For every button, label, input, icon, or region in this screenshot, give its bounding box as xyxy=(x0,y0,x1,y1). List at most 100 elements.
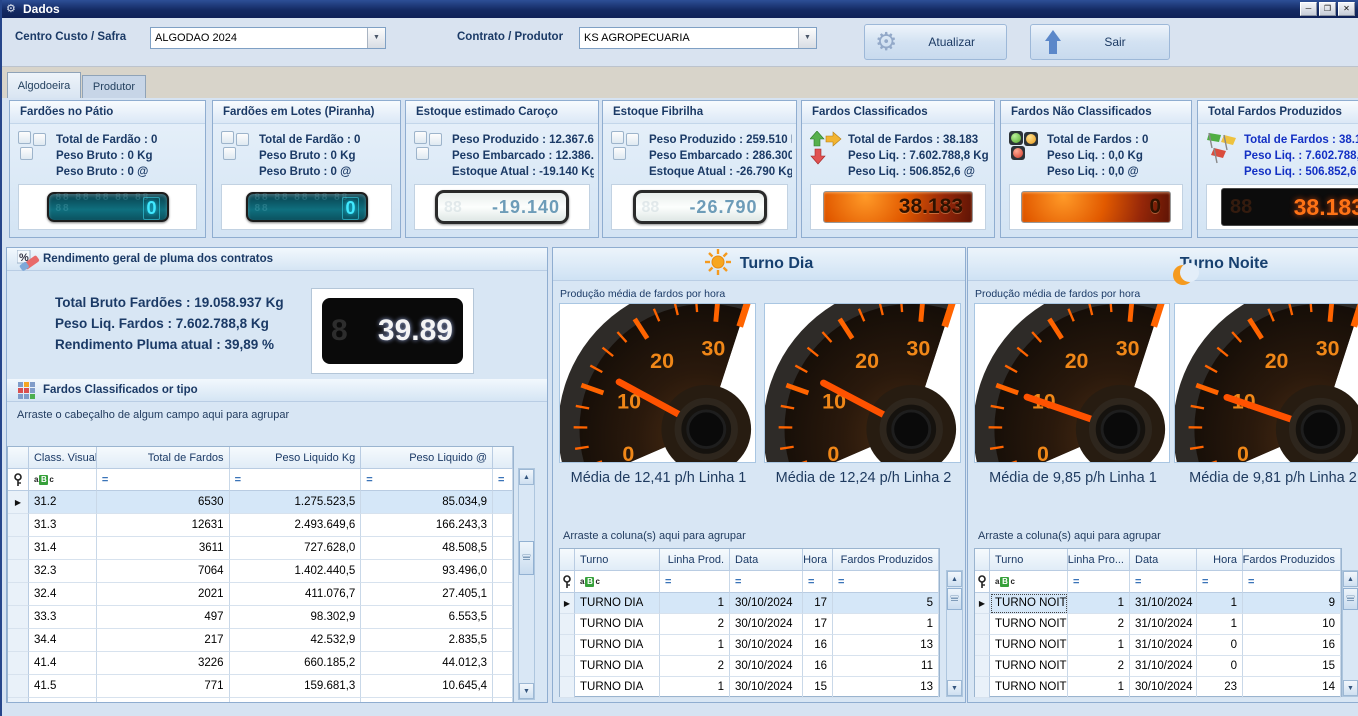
table-cell[interactable]: 10.645,4 xyxy=(361,675,493,698)
table-cell[interactable]: TURNO DIA xyxy=(575,656,660,677)
table-cell[interactable]: 13 xyxy=(833,635,939,656)
column-header[interactable]: Peso Liquido @ xyxy=(361,447,493,469)
scroll-up-icon[interactable]: ▲ xyxy=(519,469,534,485)
filter-cell[interactable]: aBc xyxy=(575,571,660,593)
table-cell[interactable]: 15 xyxy=(803,677,833,698)
table-cell[interactable]: 1 xyxy=(1197,593,1243,614)
column-header[interactable]: Hora xyxy=(803,549,833,571)
table-cell[interactable]: 1 xyxy=(660,677,730,698)
table-cell[interactable] xyxy=(493,698,513,703)
table-cell[interactable]: 166.243,3 xyxy=(361,514,493,537)
table-cell[interactable]: TURNO DIA xyxy=(575,614,660,635)
turno-noite-scrollbar[interactable]: ▲▼ xyxy=(1342,570,1358,697)
table-row[interactable]: 41.43226660.185,244.012,3 xyxy=(8,652,513,675)
table-cell[interactable]: 16 xyxy=(803,635,833,656)
column-header[interactable]: Fardos Produzidos xyxy=(1243,549,1341,571)
table-cell[interactable]: 30/10/2024 xyxy=(730,614,803,635)
atualizar-button[interactable]: ⚙ Atualizar xyxy=(864,24,1007,60)
table-cell[interactable]: TURNO NOITE xyxy=(990,614,1068,635)
table-cell[interactable]: TURNO NOITE xyxy=(990,656,1068,677)
table-cell[interactable]: 16.508,4 xyxy=(361,698,493,703)
table-cell[interactable]: 6.553,5 xyxy=(361,606,493,629)
table-cell[interactable]: 42.4 xyxy=(29,698,97,703)
table-row[interactable]: TURNO DIA130/10/20241613 xyxy=(560,635,939,656)
table-cell[interactable]: 660.185,2 xyxy=(230,652,362,675)
table-cell[interactable]: 98.302,9 xyxy=(230,606,362,629)
column-header[interactable]: Turno xyxy=(575,549,660,571)
table-cell[interactable]: 2 xyxy=(660,614,730,635)
table-row[interactable]: 34.421742.532,92.835,5 xyxy=(8,629,513,652)
table-row[interactable]: TURNO NOITE131/10/2024016 xyxy=(975,635,1341,656)
filter-cell[interactable]: aBc xyxy=(990,571,1068,593)
scroll-down-icon[interactable]: ▼ xyxy=(947,680,962,696)
table-cell[interactable]: 159.681,3 xyxy=(230,675,362,698)
table-cell[interactable]: 1 xyxy=(1197,614,1243,635)
table-cell[interactable] xyxy=(493,652,513,675)
table-cell[interactable]: 93.496,0 xyxy=(361,560,493,583)
table-cell[interactable] xyxy=(493,606,513,629)
table-cell[interactable] xyxy=(493,537,513,560)
table-row[interactable]: 31.3126312.493.649,6166.243,3 xyxy=(8,514,513,537)
table-cell[interactable]: 30/10/2024 xyxy=(730,677,803,698)
column-header[interactable]: Peso Liquido Kg xyxy=(230,447,362,469)
table-cell[interactable]: 2 xyxy=(1068,656,1130,677)
table-cell[interactable]: 3226 xyxy=(97,652,230,675)
table-cell[interactable] xyxy=(493,675,513,698)
filter-cell[interactable]: = xyxy=(1130,571,1197,593)
chevron-down-icon[interactable]: ▼ xyxy=(367,28,385,48)
table-cell[interactable] xyxy=(493,629,513,652)
table-cell[interactable]: 1 xyxy=(1068,677,1130,698)
table-cell[interactable]: 27.405,1 xyxy=(361,583,493,606)
classificados-scrollbar[interactable]: ▲ ▼ xyxy=(518,468,535,700)
table-cell[interactable]: 2.493.649,6 xyxy=(230,514,362,537)
table-cell[interactable]: 7064 xyxy=(97,560,230,583)
table-cell[interactable]: 5 xyxy=(833,593,939,614)
chevron-down-icon[interactable]: ▼ xyxy=(798,28,816,48)
tab-produtor[interactable]: Produtor xyxy=(82,75,146,98)
scrollbar-thumb[interactable] xyxy=(519,541,534,575)
table-cell[interactable]: 2.835,5 xyxy=(361,629,493,652)
table-cell[interactable]: 1 xyxy=(660,593,730,614)
scrollbar-thumb[interactable] xyxy=(1343,588,1358,610)
filter-cell[interactable]: = xyxy=(230,469,362,491)
column-header[interactable]: Hora xyxy=(1197,549,1243,571)
filter-cell[interactable]: = xyxy=(730,571,803,593)
table-cell[interactable]: 3611 xyxy=(97,537,230,560)
scrollbar-thumb[interactable] xyxy=(947,588,962,610)
table-cell[interactable]: 41.5 xyxy=(29,675,97,698)
minimize-button[interactable]: ─ xyxy=(1300,2,1317,16)
filter-cell[interactable]: = xyxy=(833,571,939,593)
close-button[interactable]: ✕ xyxy=(1338,2,1355,16)
table-cell[interactable]: 16 xyxy=(1243,635,1341,656)
scroll-down-icon[interactable]: ▼ xyxy=(1343,680,1358,696)
table-cell[interactable]: 13 xyxy=(833,677,939,698)
table-cell[interactable]: 2021 xyxy=(97,583,230,606)
groupby-area[interactable]: Arraste a coluna(s) aqui para agrupar xyxy=(553,524,965,548)
filter-cell[interactable]: = xyxy=(1197,571,1243,593)
table-cell[interactable]: 33.3 xyxy=(29,606,97,629)
tab-algodoeira[interactable]: Algodoeira xyxy=(7,72,81,98)
table-cell[interactable]: 23 xyxy=(1197,677,1243,698)
scroll-up-icon[interactable]: ▲ xyxy=(947,571,962,587)
table-row[interactable]: 31.43611727.628,048.508,5 xyxy=(8,537,513,560)
table-cell[interactable]: 1 xyxy=(1068,635,1130,656)
table-cell[interactable]: 44.012,3 xyxy=(361,652,493,675)
table-cell[interactable]: 31.2 xyxy=(29,491,97,514)
table-cell[interactable]: 14 xyxy=(1243,677,1341,698)
table-cell[interactable]: 17 xyxy=(803,614,833,635)
table-cell[interactable]: 17 xyxy=(803,593,833,614)
column-header[interactable]: Fardos Produzidos xyxy=(833,549,939,571)
column-header[interactable]: Linha Pro... xyxy=(1068,549,1130,571)
table-cell[interactable]: 31/10/2024 xyxy=(1130,614,1197,635)
centro-custo-combobox[interactable]: ALGODAO 2024 ▼ xyxy=(150,27,386,49)
table-cell[interactable]: 85.034,9 xyxy=(361,491,493,514)
turno-dia-scrollbar[interactable]: ▲▼ xyxy=(946,570,963,697)
scroll-up-icon[interactable]: ▲ xyxy=(1343,571,1358,587)
table-cell[interactable]: 2 xyxy=(660,656,730,677)
column-header[interactable]: Total de Fardos xyxy=(97,447,230,469)
table-cell[interactable]: 0 xyxy=(1197,656,1243,677)
table-cell[interactable]: TURNO DIA xyxy=(575,635,660,656)
table-cell[interactable]: 9 xyxy=(1243,593,1341,614)
table-cell[interactable]: 0 xyxy=(1197,635,1243,656)
column-header[interactable]: Data xyxy=(1130,549,1197,571)
